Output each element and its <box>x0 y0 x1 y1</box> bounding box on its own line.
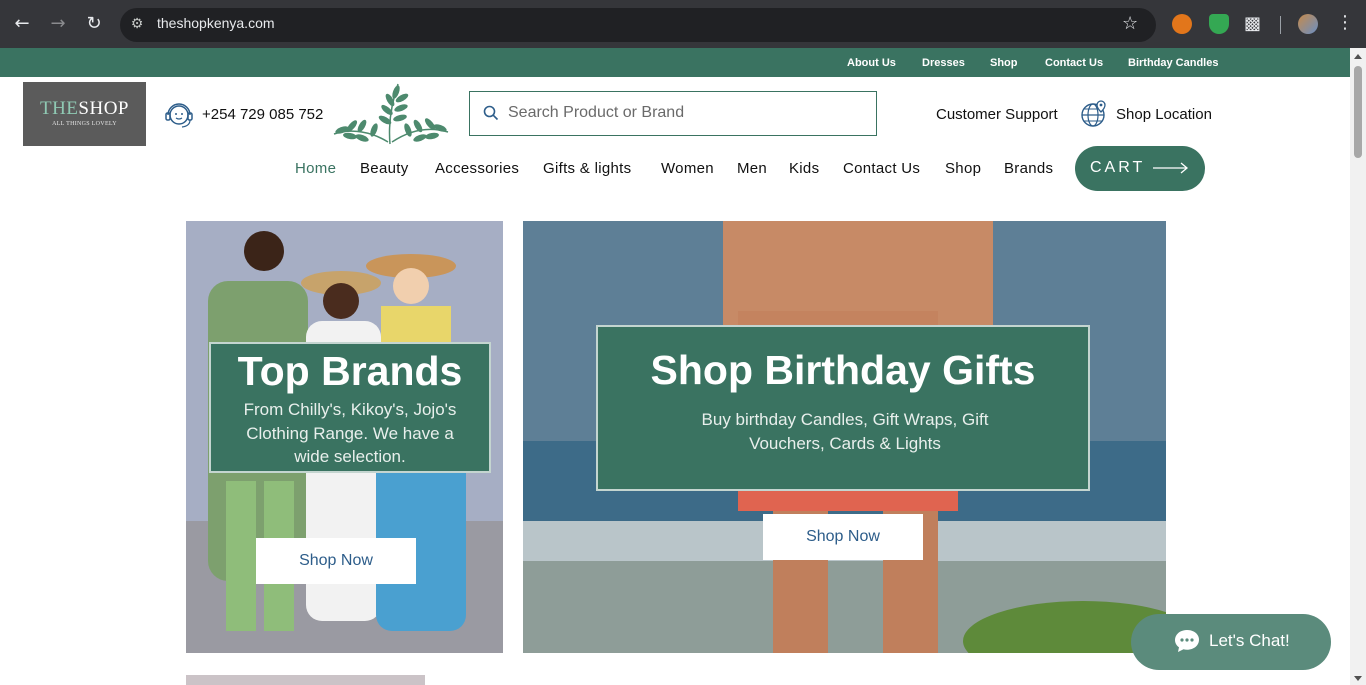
lets-chat-button[interactable]: Let's Chat! <box>1131 614 1331 670</box>
menu-item-brands[interactable]: Brands <box>1004 160 1053 177</box>
logo-tagline: ALL THINGS LOVELY <box>52 121 117 127</box>
menu-item-gifts-lights[interactable]: Gifts & lights <box>543 160 631 177</box>
top-brands-description: From Chilly's, Kikoy's, Jojo's Clothing … <box>243 400 457 466</box>
top-link-contact-us[interactable]: Contact Us <box>1045 57 1103 69</box>
page-viewport: About Us Dresses Shop Contact Us Birthda… <box>0 48 1350 685</box>
menu-item-shop[interactable]: Shop <box>945 160 981 177</box>
url-text[interactable]: theshopkenya.com <box>157 15 275 31</box>
menu-item-kids[interactable]: Kids <box>789 160 819 177</box>
shield-extension-icon[interactable] <box>1209 14 1229 34</box>
top-brands-title: Top Brands <box>237 348 463 394</box>
phone-number[interactable]: +254 729 085 752 <box>202 106 323 123</box>
birthday-gifts-overlay: Shop Birthday Gifts Buy birthday Candles… <box>596 325 1090 491</box>
browser-menu-icon[interactable]: ⋮ <box>1336 12 1354 33</box>
chat-label: Let's Chat! <box>1209 631 1290 650</box>
menu-item-home[interactable]: Home <box>295 160 336 177</box>
menu-item-men[interactable]: Men <box>737 160 767 177</box>
globe-location-icon <box>1081 100 1106 127</box>
search-input[interactable] <box>508 100 868 126</box>
page-scrollbar[interactable] <box>1350 48 1366 685</box>
site-logo[interactable]: THESHOP ALL THINGS LOVELY <box>23 82 146 146</box>
menu-item-women[interactable]: Women <box>661 160 714 177</box>
scrollbar-thumb[interactable] <box>1354 66 1362 158</box>
top-brands-shop-now-button[interactable]: Shop Now <box>256 538 416 584</box>
extensions-puzzle-icon[interactable]: ▩ <box>1244 14 1264 34</box>
profile-avatar[interactable] <box>1298 14 1318 34</box>
reload-icon[interactable]: ↻ <box>82 12 106 36</box>
cart-label: CART <box>1090 159 1146 176</box>
top-link-birthday-candles[interactable]: Birthday Candles <box>1128 57 1218 69</box>
search-box[interactable] <box>469 91 877 136</box>
customer-support-link[interactable]: Customer Support <box>936 106 1058 123</box>
arrow-right-icon <box>1153 162 1189 174</box>
bookmark-star-icon[interactable]: ☆ <box>1122 13 1138 34</box>
scroll-up-arrow-icon[interactable] <box>1354 54 1362 59</box>
logo-wordmark: THESHOP <box>39 98 129 119</box>
headset-support-icon <box>165 103 193 128</box>
address-bar[interactable] <box>120 8 1156 42</box>
metamask-extension-icon[interactable] <box>1172 14 1192 34</box>
menu-item-accessories[interactable]: Accessories <box>435 160 519 177</box>
cart-button[interactable]: CART <box>1075 146 1205 191</box>
chat-bubble-icon <box>1175 630 1199 652</box>
forward-icon[interactable]: → <box>46 12 70 36</box>
shop-location-link[interactable]: Shop Location <box>1116 106 1212 123</box>
menu-item-beauty[interactable]: Beauty <box>360 160 409 177</box>
site-info-icon[interactable]: ⚙ <box>128 15 146 33</box>
birthday-gifts-banner[interactable]: Shop Birthday Gifts Buy birthday Candles… <box>523 221 1166 653</box>
search-icon[interactable] <box>482 104 500 122</box>
top-brands-overlay: Top Brands From Chilly's, Kikoy's, Jojo'… <box>209 342 491 473</box>
top-link-bar: About Us Dresses Shop Contact Us Birthda… <box>0 48 1350 77</box>
toolbar-divider <box>1280 16 1281 34</box>
top-link-shop[interactable]: Shop <box>990 57 1018 69</box>
scroll-down-arrow-icon[interactable] <box>1354 676 1362 681</box>
leaf-decoration-icon <box>333 83 449 145</box>
birthday-gifts-title: Shop Birthday Gifts <box>650 347 1036 393</box>
menu-item-contact-us[interactable]: Contact Us <box>843 160 920 177</box>
top-link-about-us[interactable]: About Us <box>847 57 896 69</box>
birthday-gifts-description: Buy birthday Candles, Gift Wraps, Gift V… <box>701 410 989 453</box>
next-section-card <box>186 675 425 685</box>
birthday-gifts-shop-now-button[interactable]: Shop Now <box>763 514 923 560</box>
back-icon[interactable]: ← <box>10 12 34 36</box>
top-brands-banner[interactable]: Top Brands From Chilly's, Kikoy's, Jojo'… <box>186 221 503 653</box>
top-link-dresses[interactable]: Dresses <box>922 57 965 69</box>
